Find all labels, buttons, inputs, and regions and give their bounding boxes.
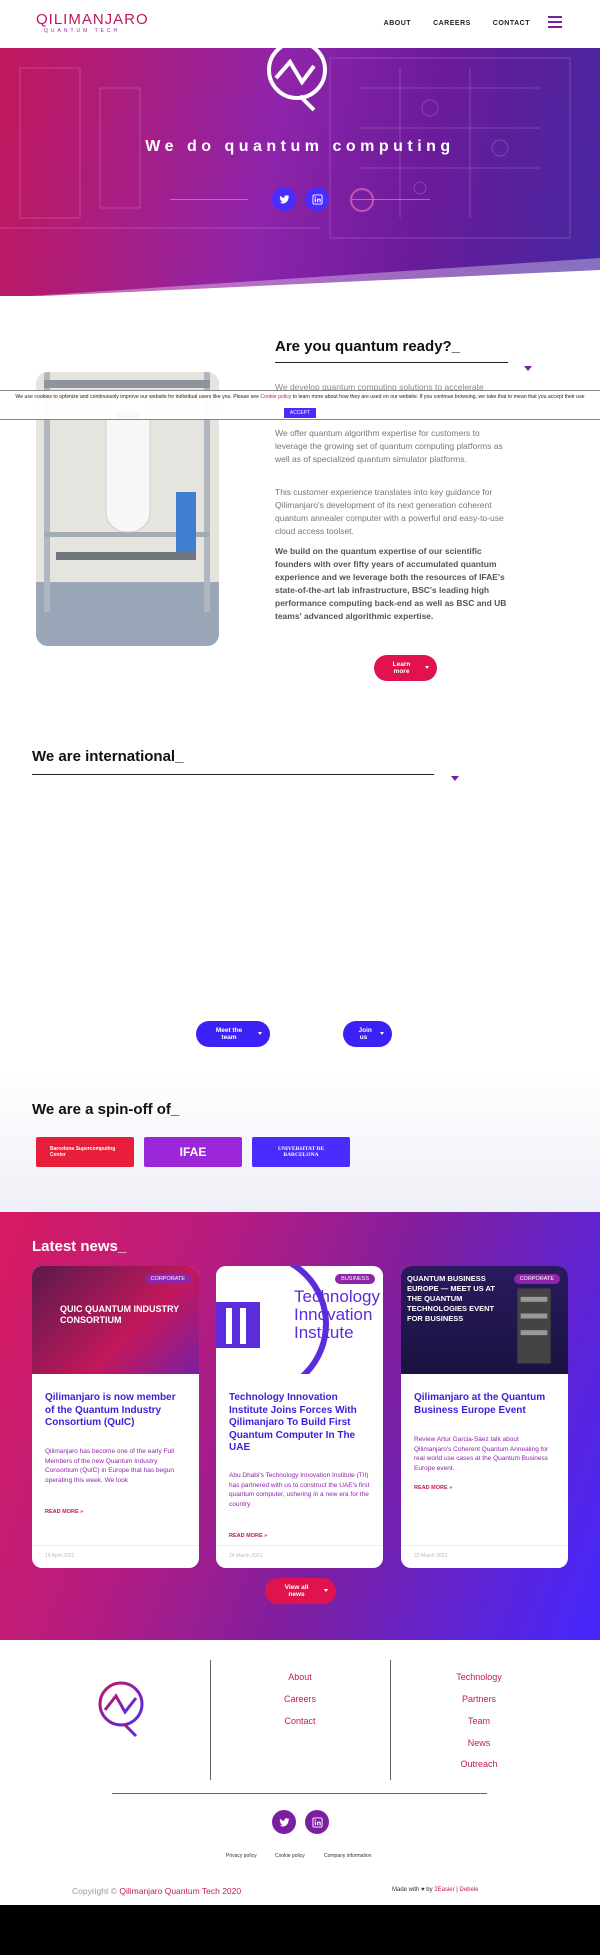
news-card-excerpt: Review Artur Garcia-Sáez talk about Qili…	[414, 1436, 549, 1472]
footer-divider-left	[210, 1660, 211, 1780]
news-card-title[interactable]: Qilimanjaro is now member of the Quantum…	[45, 1392, 187, 1430]
cookie-policy-link[interactable]: Cookie policy	[260, 394, 291, 400]
cookie-message: We use cookies to optimize and continuou…	[15, 394, 585, 400]
news-card-excerpt: Qilimanjaro has become one of the early …	[45, 1448, 174, 1484]
about-paragraph-2: We offer quantum algorithm expertise for…	[275, 428, 503, 464]
spinoff-section: We are a spin-off of_ Barcelona Supercom…	[0, 1070, 600, 1212]
news-card-badge: BUSINESS	[335, 1274, 375, 1284]
international-heading-underline	[32, 774, 434, 775]
partner-logo-bsc[interactable]: Barcelona Supercomputing Center	[36, 1137, 134, 1167]
about-paragraph-4: We build on the quantum expertise of our…	[275, 546, 507, 621]
footer-horizontal-rule	[112, 1793, 487, 1794]
news-card-divider	[401, 1545, 568, 1546]
company-information-link[interactable]: Company information	[324, 1853, 372, 1859]
main-nav: ABOUT CAREERS CONTACT	[384, 20, 530, 27]
cookie-banner: We use cookies to optimize and continuou…	[0, 390, 600, 420]
partner-logo-ifae[interactable]: IFAE	[144, 1137, 242, 1167]
hero-decorative-circle	[350, 188, 374, 212]
news-heading: Latest news_	[32, 1238, 127, 1255]
international-heading: We are international_	[32, 748, 184, 765]
news-card-title[interactable]: Technology Innovation Institute Joins Fo…	[229, 1392, 371, 1455]
cookie-policy-footer-link[interactable]: Cookie policy	[275, 1853, 305, 1859]
view-all-news-button[interactable]: View all news	[265, 1578, 336, 1604]
news-card-badge: CORPORATE	[144, 1274, 191, 1284]
hero-banner: We do quantum computing	[0, 48, 600, 296]
footer-link-technology[interactable]: Technology	[444, 1672, 514, 1682]
news-card-date: 16 April 2021	[45, 1553, 75, 1559]
footer-logo-icon[interactable]	[96, 1680, 146, 1738]
made-with-credit: Made with ♥ by 2Easier | Debele	[392, 1887, 479, 1893]
spinoff-heading: We are a spin-off of_	[32, 1101, 180, 1118]
news-card-read-more[interactable]: READ MORE »	[45, 1509, 83, 1515]
footer-link-team[interactable]: Team	[444, 1716, 514, 1726]
news-card-date: 24 March 2021	[229, 1553, 263, 1559]
nav-contact[interactable]: CONTACT	[493, 20, 530, 27]
footer-link-outreach[interactable]: Outreach	[444, 1759, 514, 1769]
credit-link-debele[interactable]: Debele	[460, 1887, 479, 1893]
site-header: QILIMANJARO QUANTUM TECH ABOUT CAREERS C…	[0, 0, 600, 48]
news-card[interactable]: QUANTUM BUSINESS EUROPE — MEET US AT THE…	[401, 1266, 568, 1568]
privacy-policy-link[interactable]: Privacy policy	[226, 1853, 257, 1859]
hero-divider-left	[170, 199, 248, 200]
twitter-icon[interactable]	[272, 1810, 296, 1834]
join-us-button[interactable]: Join us	[343, 1021, 392, 1047]
nav-about[interactable]: ABOUT	[384, 20, 411, 27]
footer-link-partners[interactable]: Partners	[444, 1694, 514, 1704]
news-card-title[interactable]: Qilimanjaro at the Quantum Business Euro…	[414, 1392, 556, 1417]
about-paragraph-3: This customer experience translates into…	[275, 487, 504, 536]
footer-link-careers[interactable]: Careers	[270, 1694, 330, 1704]
credit-link-2easier[interactable]: 2Easier	[434, 1887, 454, 1893]
qilimanjaro-q-logo-icon	[267, 48, 327, 112]
hamburger-icon[interactable]	[548, 16, 562, 30]
news-card-excerpt: Abu Dhabi's Technology Innovation Instit…	[229, 1472, 370, 1508]
news-card-date: 22 March 2021	[414, 1553, 448, 1559]
about-heading: Are you quantum ready?_	[275, 338, 461, 355]
cookie-accept-button[interactable]: ACCEPT	[283, 407, 317, 418]
news-card-read-more[interactable]: READ MORE »	[229, 1533, 267, 1539]
logo-wordmark: QILIMANJARO	[36, 11, 149, 28]
twitter-icon[interactable]	[272, 187, 296, 211]
news-card-divider	[32, 1545, 199, 1546]
chevron-down-icon	[524, 366, 532, 371]
linkedin-icon[interactable]	[305, 1810, 329, 1834]
copyright-text: Copyright © Qilimanjaro Quantum Tech 202…	[72, 1886, 242, 1896]
news-section: Latest news_ QUIC QUANTUM INDUSTRY CONSO…	[0, 1212, 600, 1640]
news-card[interactable]: QUIC QUANTUM INDUSTRY CONSORTIUM CORPORA…	[32, 1266, 199, 1568]
linkedin-icon[interactable]	[305, 187, 329, 211]
news-card-badge: CORPORATE	[513, 1274, 560, 1284]
hero-wave-divider	[30, 258, 600, 296]
hero-title: We do quantum computing	[145, 138, 455, 155]
footer-link-about[interactable]: About	[270, 1672, 330, 1682]
footer-link-contact[interactable]: Contact	[270, 1716, 330, 1726]
footer-divider-right	[390, 1660, 391, 1780]
footer-link-news[interactable]: News	[444, 1738, 514, 1748]
copyright-company-link[interactable]: Qilimanjaro Quantum Tech 2020	[119, 1886, 241, 1896]
news-card-divider	[216, 1545, 383, 1546]
logo-tagline: QUANTUM TECH	[44, 28, 121, 34]
nav-careers[interactable]: CAREERS	[433, 20, 471, 27]
partner-logo-ub[interactable]: UNIVERSITAT DE BARCELONA	[252, 1137, 350, 1167]
about-heading-underline	[275, 362, 508, 363]
meet-the-team-button[interactable]: Meet the team	[196, 1021, 270, 1047]
news-card[interactable]: Technology Innovation Institute BUSINESS…	[216, 1266, 383, 1568]
learn-more-button[interactable]: Learn more	[374, 655, 437, 681]
page-bottom-bar	[0, 1905, 600, 1955]
chevron-down-icon	[451, 776, 459, 781]
news-card-read-more[interactable]: READ MORE »	[414, 1485, 452, 1491]
site-logo[interactable]: QILIMANJARO QUANTUM TECH	[36, 11, 149, 35]
